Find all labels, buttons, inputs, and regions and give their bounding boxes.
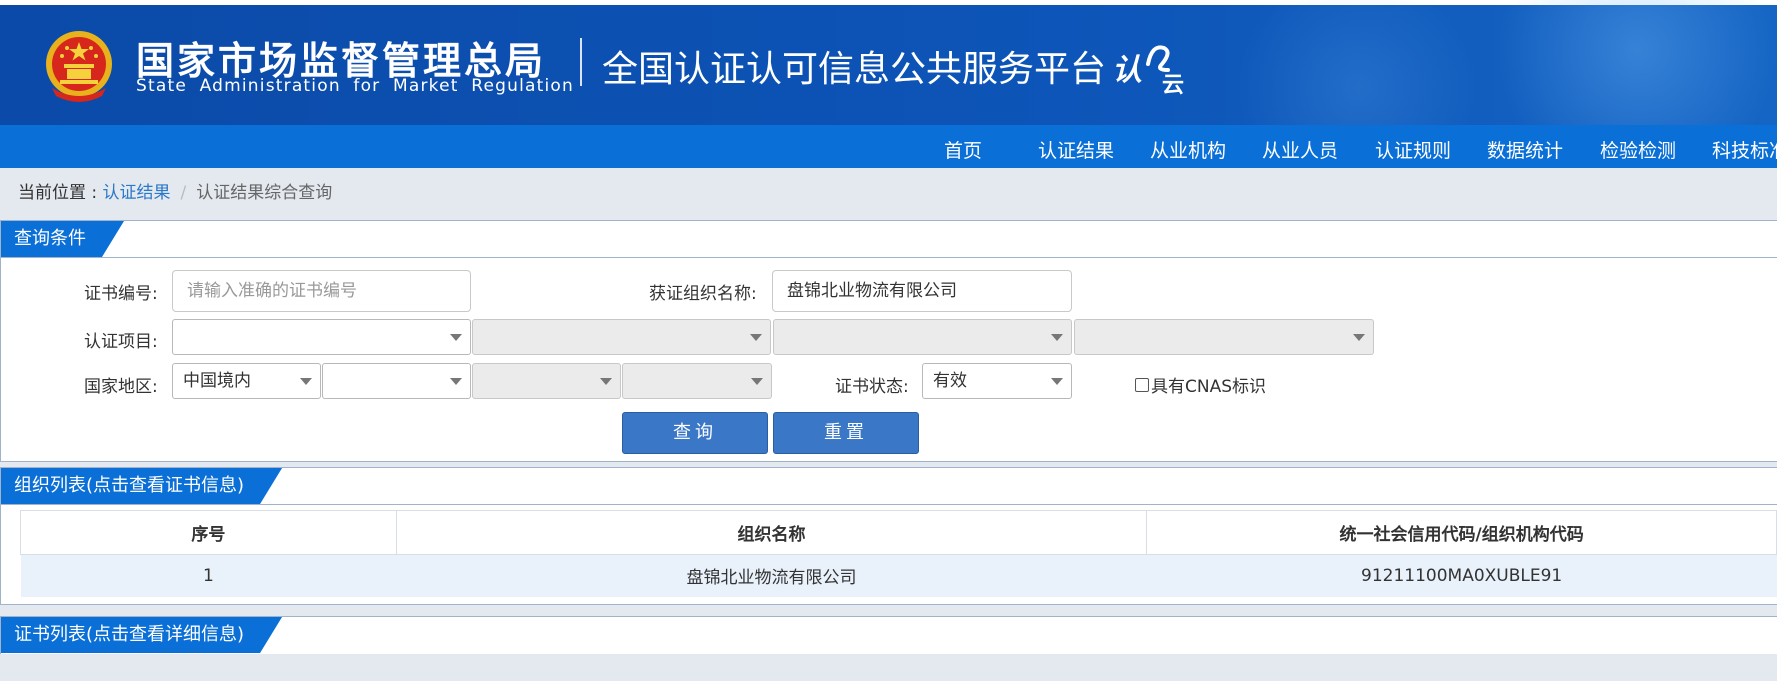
query-panel: 查询条件 证书编号: 获证组织名称: 盘锦北业物流有限公司 认证项目: 国家地区… xyxy=(0,220,1777,462)
cert-list-panel: 证书列表(点击查看详细信息) xyxy=(0,616,1777,654)
nav-item-cert-results[interactable]: 认证结果 xyxy=(1038,136,1114,163)
cert-list-panel-tab: 证书列表(点击查看详细信息) xyxy=(1,617,282,653)
cert-no-label: 证书编号: xyxy=(84,284,158,304)
org-name-label: 获证组织名称: xyxy=(649,284,757,304)
cert-list-panel-header: 证书列表(点击查看详细信息) xyxy=(1,617,1777,654)
breadcrumb: 当前位置 : 认证结果 / 认证结果综合查询 xyxy=(18,178,332,203)
region-select-4[interactable] xyxy=(622,363,772,399)
org-name-input[interactable]: 盘锦北业物流有限公司 xyxy=(772,270,1072,312)
nav-item-inspection[interactable]: 检验检测 xyxy=(1600,136,1676,163)
region-select-2[interactable] xyxy=(322,363,471,399)
svg-text:认: 认 xyxy=(1112,53,1142,88)
chevron-down-icon xyxy=(1051,334,1063,341)
cloud-logo-icon: 认 云 xyxy=(1112,45,1184,98)
chevron-down-icon xyxy=(750,334,762,341)
platform-title: 全国认证认可信息公共服务平台 xyxy=(602,49,1107,90)
breadcrumb-prefix: 当前位置 : xyxy=(18,183,103,203)
cnas-checkbox-wrap[interactable]: 具有CNAS标识 xyxy=(1135,372,1266,397)
nav-item-cert-rules[interactable]: 认证规则 xyxy=(1375,136,1451,163)
project-select-4[interactable] xyxy=(1074,319,1374,355)
cnas-checkbox-label: 具有CNAS标识 xyxy=(1151,377,1267,397)
site-header: 国家市场监督管理总局 State Administration for Mark… xyxy=(0,0,1777,125)
cnas-checkbox[interactable] xyxy=(1135,377,1149,392)
cert-no-input[interactable] xyxy=(172,270,471,312)
region-select-1[interactable]: 中国境内 xyxy=(172,363,321,399)
nav-item-personnel[interactable]: 从业人员 xyxy=(1262,136,1338,163)
status-select-value: 有效 xyxy=(933,371,967,391)
project-select-3[interactable] xyxy=(773,319,1072,355)
reset-button[interactable]: 重置 xyxy=(773,412,919,454)
region-label: 国家地区: xyxy=(84,377,158,397)
table-row[interactable]: 1 盘锦北业物流有限公司 91211100MA0XUBLE91 xyxy=(20,554,1777,597)
breadcrumb-link-cert-results[interactable]: 认证结果 xyxy=(103,183,171,203)
search-button[interactable]: 查询 xyxy=(622,412,768,454)
chevron-down-icon xyxy=(450,378,462,385)
query-panel-header: 查询条件 xyxy=(1,221,1777,258)
chevron-down-icon xyxy=(450,334,462,341)
region-select-3[interactable] xyxy=(472,363,621,399)
cell-org-name[interactable]: 盘锦北业物流有限公司 xyxy=(396,554,1147,597)
status-select[interactable]: 有效 xyxy=(922,363,1072,399)
column-header-org-name: 组织名称 xyxy=(395,510,1148,555)
org-list-panel-tab: 组织列表(点击查看证书信息) xyxy=(1,468,282,504)
column-header-credit-code: 统一社会信用代码/组织机构代码 xyxy=(1146,510,1777,555)
org-list-panel-header: 组织列表(点击查看证书信息) xyxy=(1,468,1777,505)
breadcrumb-separator: / xyxy=(180,183,187,203)
cell-credit-code: 91211100MA0XUBLE91 xyxy=(1146,554,1777,597)
national-emblem-icon xyxy=(46,31,112,102)
nav-item-statistics[interactable]: 数据统计 xyxy=(1487,136,1563,163)
cell-index: 1 xyxy=(20,554,397,597)
column-header-index: 序号 xyxy=(20,510,397,555)
top-strip xyxy=(0,0,1777,5)
region-select-1-value: 中国境内 xyxy=(183,371,251,391)
chevron-down-icon xyxy=(600,378,612,385)
status-label: 证书状态: xyxy=(835,377,909,397)
nav-item-home[interactable]: 首页 xyxy=(944,136,982,163)
project-label: 认证项目: xyxy=(84,332,158,352)
chevron-down-icon xyxy=(1353,334,1365,341)
chevron-down-icon xyxy=(751,378,763,385)
svg-text:云: 云 xyxy=(1162,73,1184,98)
main-nav: 首页 认证结果 从业机构 从业人员 认证规则 数据统计 检验检测 科技标准 xyxy=(0,125,1777,168)
query-panel-tab: 查询条件 xyxy=(1,221,124,257)
breadcrumb-current: 认证结果综合查询 xyxy=(196,183,333,203)
chevron-down-icon xyxy=(1051,378,1063,385)
org-table-header-row: 序号 组织名称 统一社会信用代码/组织机构代码 xyxy=(20,510,1777,555)
org-table: 序号 组织名称 统一社会信用代码/组织机构代码 1 盘锦北业物流有限公司 912… xyxy=(20,510,1777,597)
chevron-down-icon xyxy=(300,378,312,385)
agency-name-en: State Administration for Market Regulati… xyxy=(136,76,574,96)
nav-item-institutions[interactable]: 从业机构 xyxy=(1150,136,1226,163)
nav-item-tech-standards[interactable]: 科技标准 xyxy=(1712,136,1777,163)
project-select-2[interactable] xyxy=(472,319,771,355)
project-select-1[interactable] xyxy=(172,319,471,355)
header-divider xyxy=(580,38,582,86)
